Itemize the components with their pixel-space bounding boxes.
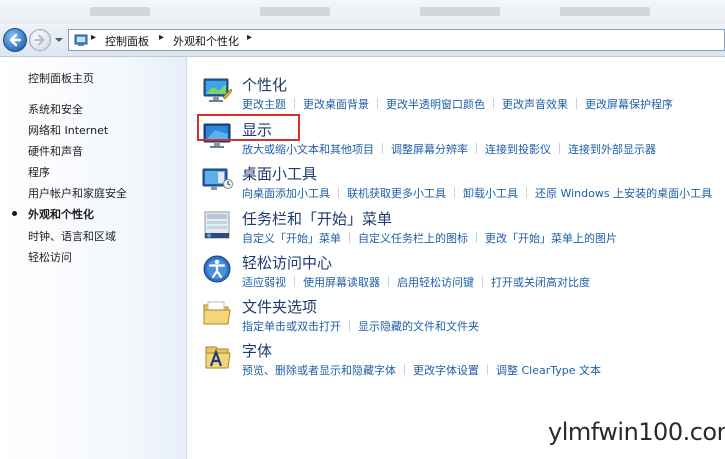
personalization-icon (203, 78, 233, 102)
sidebar-item-clock-language[interactable]: 时钟、语言和区域 (28, 228, 116, 244)
link-change-theme[interactable]: 更改主题 (242, 98, 286, 111)
sidebar-item-network[interactable]: 网络和 Internet (28, 122, 108, 138)
breadcrumb-separator-icon[interactable]: ▸ (159, 32, 164, 43)
gadgets-icon (202, 168, 233, 190)
sidebar-item-programs[interactable]: 程序 (28, 164, 50, 180)
link-adjust-resolution[interactable]: 调整屏幕分辨率 (391, 143, 468, 156)
link-change-start-picture[interactable]: 更改「开始」菜单上的图片 (485, 232, 617, 245)
link-single-double-click[interactable]: 指定单击或双击打开 (242, 320, 341, 333)
sidebar-item-hardware-sound[interactable]: 硬件和声音 (28, 143, 83, 159)
link-uninstall-gadget[interactable]: 卸载小工具 (463, 187, 518, 200)
taskbar-links: 自定义「开始」菜单 自定义任务栏上的图标 更改「开始」菜单上的图片 (242, 230, 617, 246)
current-item-bullet (12, 211, 17, 216)
sidebar-item-ease-of-access[interactable]: 轻松访问 (28, 249, 72, 265)
category-title-ease-of-access[interactable]: 轻松访问中心 (242, 252, 332, 273)
category-title-gadgets[interactable]: 桌面小工具 (242, 163, 317, 184)
link-preview-fonts[interactable]: 预览、删除或者显示和隐藏字体 (242, 364, 396, 377)
link-show-hidden-files[interactable]: 显示隐藏的文件和文件夹 (358, 320, 479, 333)
link-zoom-text[interactable]: 放大或缩小文本和其他项目 (242, 143, 374, 156)
link-change-window-color[interactable]: 更改半透明窗口颜色 (386, 98, 485, 111)
link-get-more-gadgets[interactable]: 联机获取更多小工具 (347, 187, 446, 200)
watermark: ylmfwin100.com (548, 418, 725, 446)
breadcrumb-appearance[interactable]: 外观和个性化 (173, 33, 239, 49)
fonts-icon (205, 346, 231, 369)
personalization-links: 更改主题 更改桌面背景 更改半透明窗口颜色 更改声音效果 更改屏幕保护程序 (242, 96, 673, 112)
address-bar[interactable]: ▸ 控制面板 ▸ 外观和个性化 ▸ (68, 29, 725, 51)
folder-options-icon (203, 301, 231, 325)
link-low-vision[interactable]: 适应弱视 (242, 276, 286, 289)
control-panel-icon (74, 34, 88, 46)
fonts-links: 预览、删除或者显示和隐藏字体 更改字体设置 调整 ClearType 文本 (242, 362, 601, 378)
breadcrumb-separator-icon[interactable]: ▸ (91, 32, 96, 43)
ease-of-access-links: 适应弱视 使用屏幕读取器 启用轻松访问键 打开或关闭高对比度 (242, 274, 590, 290)
sidebar-item-appearance[interactable]: 外观和个性化 (28, 206, 94, 222)
category-title-fonts[interactable]: 字体 (242, 340, 272, 361)
navigation-bar: ▸ 控制面板 ▸ 外观和个性化 ▸ (0, 24, 725, 57)
breadcrumb-control-panel[interactable]: 控制面板 (105, 33, 149, 49)
gadgets-links: 向桌面添加小工具 联机获取更多小工具 卸载小工具 还原 Windows 上安装的桌面小… (242, 185, 712, 201)
link-add-gadgets[interactable]: 向桌面添加小工具 (242, 187, 330, 200)
folder-options-links: 指定单击或双击打开 显示隐藏的文件和文件夹 (242, 318, 479, 334)
link-customize-taskbar-icons[interactable]: 自定义任务栏上的图标 (358, 232, 468, 245)
recent-pages-dropdown-icon[interactable] (54, 36, 64, 44)
forward-arrow-icon (34, 34, 45, 46)
link-connect-projector[interactable]: 连接到投影仪 (485, 143, 551, 156)
sidebar-item-control-panel-home[interactable]: 控制面板主页 (28, 70, 94, 86)
category-title-taskbar[interactable]: 任务栏和「开始」菜单 (242, 208, 392, 229)
display-links: 放大或缩小文本和其他项目 调整屏幕分辨率 连接到投影仪 连接到外部显示器 (242, 141, 656, 157)
link-ease-of-access-keys[interactable]: 启用轻松访问键 (397, 276, 474, 289)
link-high-contrast[interactable]: 打开或关闭高对比度 (491, 276, 590, 289)
sidebar-item-system-security[interactable]: 系统和安全 (28, 101, 83, 117)
link-screen-reader[interactable]: 使用屏幕读取器 (303, 276, 380, 289)
link-connect-external-display[interactable]: 连接到外部显示器 (568, 143, 656, 156)
forward-button[interactable] (29, 29, 51, 51)
sidebar: 控制面板主页 系统和安全 网络和 Internet 硬件和声音 程序 用户帐户和… (0, 57, 187, 459)
link-restore-gadgets[interactable]: 还原 Windows 上安装的桌面小工具 (535, 187, 712, 200)
back-arrow-icon (9, 33, 22, 47)
link-change-font-settings[interactable]: 更改字体设置 (413, 364, 479, 377)
link-change-sounds[interactable]: 更改声音效果 (502, 98, 568, 111)
back-button[interactable] (3, 28, 27, 52)
link-change-desktop-background[interactable]: 更改桌面背景 (303, 98, 369, 111)
display-highlight-box (197, 114, 300, 141)
breadcrumb-separator-icon[interactable]: ▸ (247, 32, 252, 43)
link-change-screensaver[interactable]: 更改屏幕保护程序 (585, 98, 673, 111)
link-customize-start-menu[interactable]: 自定义「开始」菜单 (242, 232, 341, 245)
category-title-personalization[interactable]: 个性化 (242, 74, 287, 95)
blurred-titlebar (0, 0, 725, 24)
ease-of-access-icon (203, 255, 231, 283)
taskbar-icon (204, 211, 230, 239)
sidebar-item-user-accounts[interactable]: 用户帐户和家庭安全 (28, 185, 127, 201)
link-adjust-cleartype[interactable]: 调整 ClearType 文本 (496, 364, 601, 377)
category-title-folder-options[interactable]: 文件夹选项 (242, 296, 317, 317)
